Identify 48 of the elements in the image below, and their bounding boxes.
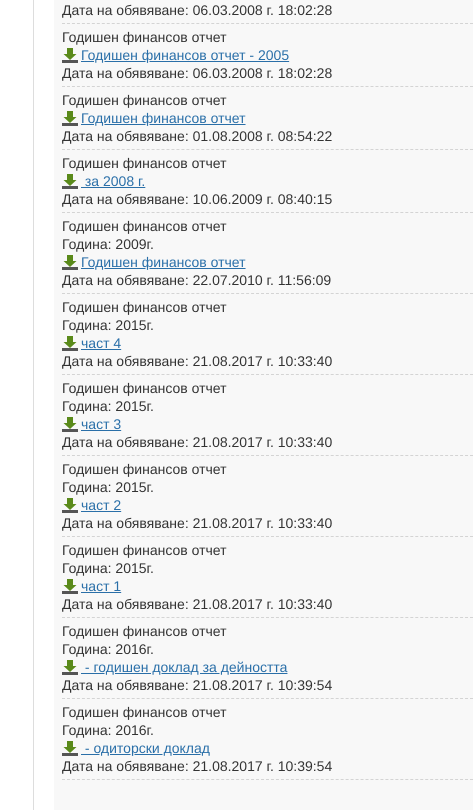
document-title: Годишен финансов отчет (62, 154, 228, 172)
publish-date: Дата на обявяване: 21.08.2017 г. 10:39:54 (62, 676, 334, 694)
download-link[interactable]: част 3 (81, 415, 122, 433)
download-icon (62, 497, 78, 513)
document-title: Годишен финансов отчет (62, 217, 228, 235)
year-label: Година: 2015г. (62, 478, 155, 496)
download-link[interactable]: Годишен финансов отчет (81, 109, 246, 127)
year-label: Година: 2015г. (62, 397, 155, 415)
download-icon (62, 47, 78, 63)
year-label: Година: 2015г. (62, 559, 155, 577)
download-icon (62, 173, 78, 189)
publish-date: Дата на обявяване: 21.08.2017 г. 10:33:40 (62, 514, 334, 532)
document-title: Годишен финансов отчет (62, 379, 228, 397)
document-title: Годишен финансов отчет (62, 541, 228, 559)
document-title: Годишен финансов отчет (62, 703, 228, 721)
year-label: Година: 2015г. (62, 316, 155, 334)
document-title: Годишен финансов отчет (62, 298, 228, 316)
publish-date: Дата на обявяване: 01.08.2008 г. 08:54:22 (62, 127, 334, 145)
year-label: Година: 2009г. (62, 235, 155, 253)
download-link[interactable]: - одиторски доклад (81, 739, 210, 757)
download-link[interactable]: част 4 (81, 334, 122, 352)
document-title: Годишен финансов отчет (62, 622, 228, 640)
document-title: Годишен финансов отчет (62, 460, 228, 478)
publish-date: Дата на обявяване: 21.08.2017 г. 10:39:54 (62, 757, 334, 775)
download-icon (62, 740, 78, 756)
publish-date: Дата на обявяване: 21.08.2017 г. 10:33:40 (62, 595, 334, 613)
document-title: Годишен финансов отчет (62, 91, 228, 109)
download-link[interactable]: Годишен финансов отчет (81, 253, 246, 271)
download-link[interactable]: - годишен доклад за дейността (81, 658, 288, 676)
download-icon (62, 578, 78, 594)
download-link[interactable]: Годишен финансов отчет - 2005 (81, 46, 290, 64)
download-link[interactable]: за 2008 г. (81, 172, 146, 190)
publish-date: Дата на обявяване: 06.03.2008 г. 18:02:28 (62, 1, 334, 19)
download-icon (62, 416, 78, 432)
publish-date: Дата на обявяване: 21.08.2017 г. 10:33:40 (62, 352, 334, 370)
download-icon (62, 110, 78, 126)
publish-date: Дата на обявяване: 06.03.2008 г. 18:02:28 (62, 64, 334, 82)
year-label: Година: 2016г. (62, 640, 155, 658)
download-icon (62, 659, 78, 675)
download-icon (62, 254, 78, 270)
download-link[interactable]: част 2 (81, 496, 122, 514)
document-title: Годишен финансов отчет (62, 28, 228, 46)
year-label: Година: 2016г. (62, 721, 155, 739)
download-icon (62, 335, 78, 351)
publish-date: Дата на обявяване: 22.07.2010 г. 11:56:09 (62, 271, 332, 289)
publish-date: Дата на обявяване: 10.06.2009 г. 08:40:15 (62, 190, 334, 208)
publish-date: Дата на обявяване: 21.08.2017 г. 10:33:40 (62, 433, 334, 451)
download-link[interactable]: част 1 (81, 577, 122, 595)
